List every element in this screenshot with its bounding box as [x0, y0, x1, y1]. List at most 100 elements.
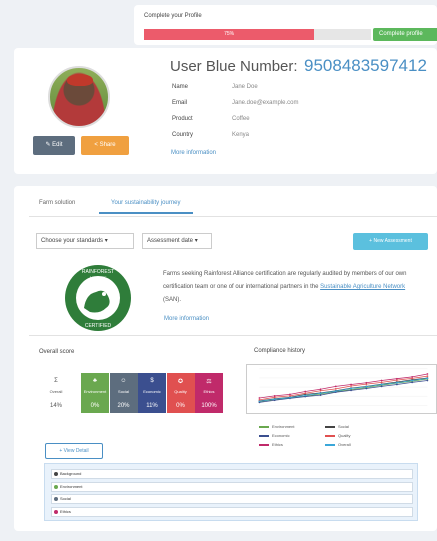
overall-score-title: Overall score: [39, 349, 75, 355]
info-label: Country: [172, 132, 194, 138]
score-label: Environment: [83, 389, 107, 394]
data-point: [380, 381, 383, 384]
chevron-down-icon: ▾: [104, 238, 108, 244]
edit-label: Edit: [52, 142, 63, 148]
score-pct: 0%: [176, 403, 185, 409]
journey-card: Farm solution Your sustainability journe…: [14, 186, 437, 531]
progress-bar: 75%: [144, 29, 371, 40]
data-point: [350, 383, 352, 386]
legend-item-quality: Quality: [325, 433, 350, 438]
score-label: Social: [118, 389, 129, 394]
edit-button[interactable]: ✎ Edit: [33, 136, 75, 155]
share-label: Share: [99, 142, 116, 148]
data-point: [273, 394, 276, 397]
share-button[interactable]: < Share: [81, 136, 129, 155]
assessment-date-value: Assessment date: [147, 238, 194, 244]
rainforest-description: Farms seeking Rainforest Alliance certif…: [163, 268, 423, 307]
legend-swatch: [259, 425, 269, 428]
data-point: [334, 388, 337, 390]
people-icon: ☺: [120, 378, 127, 384]
ra-more-information-link[interactable]: More information: [164, 316, 209, 322]
page: Complete your Profile 75% Complete profi…: [0, 0, 437, 541]
standards-select[interactable]: Choose your standards ▾: [36, 233, 134, 249]
seal-side-text: ALLIANCE: [90, 276, 108, 280]
data-point: [411, 379, 414, 382]
series-line-economic: [259, 380, 428, 403]
data-point: [396, 377, 398, 380]
data-point: [365, 385, 368, 388]
data-point: [289, 393, 291, 396]
data-point: [319, 394, 322, 396]
score-quality: ✪ Quality 0%: [166, 373, 195, 413]
san-link[interactable]: Sustainable Agriculture Network: [320, 284, 405, 290]
legend-label: Quality: [338, 433, 351, 438]
legend-item-environment: Environment: [259, 424, 294, 429]
detail-row-label: Social: [60, 496, 71, 501]
info-row-product: Product Coffee: [172, 116, 250, 122]
score-overall-pct: 14%: [49, 403, 62, 409]
detail-row-environment[interactable]: Environment: [51, 481, 413, 492]
standards-select-value: Choose your standards: [41, 238, 104, 244]
legend-label: Ethics: [272, 442, 283, 447]
detail-row-ethics[interactable]: Ethics: [51, 506, 413, 517]
info-value: Coffee: [232, 116, 250, 122]
seal-top-text: RAINFOREST: [82, 269, 114, 275]
data-point: [426, 373, 429, 375]
legend-item-social: Social: [325, 424, 349, 429]
tab-divider: [29, 216, 437, 217]
info-value: Kenya: [232, 132, 250, 138]
data-point: [334, 390, 337, 392]
data-point: [426, 375, 429, 377]
seal-bottom-text: CERTIFIED: [85, 323, 112, 329]
data-point: [365, 387, 368, 390]
pencil-icon: ✎: [45, 142, 51, 148]
user-number-label: User Blue Number:: [170, 58, 298, 75]
info-value: Jane Doe: [232, 84, 258, 90]
legend-label: Overall: [338, 442, 351, 447]
more-information-link[interactable]: More information: [171, 150, 216, 156]
compliance-history-title: Compliance history: [254, 348, 306, 354]
data-point: [304, 394, 307, 397]
detail-row-background[interactable]: Background: [51, 469, 413, 479]
data-point: [426, 379, 429, 382]
score-environment: ♣ Environment 0%: [81, 373, 109, 413]
tab-farm-solution[interactable]: Farm solution: [39, 200, 75, 206]
share-icon: <: [94, 142, 98, 148]
assessment-date-select[interactable]: Assessment date ▾: [142, 233, 212, 249]
score-label: Economic: [143, 389, 161, 394]
data-point: [304, 392, 307, 395]
avatar: [48, 66, 110, 128]
data-point: [273, 398, 276, 400]
star-icon: ✪: [177, 379, 184, 385]
data-point: [396, 383, 398, 386]
legend-item-ethics: Ethics: [259, 442, 283, 447]
score-overall: Σ Overall 14%: [45, 373, 67, 413]
data-point: [350, 387, 352, 390]
complete-profile-button[interactable]: Complete profile: [373, 28, 437, 41]
score-pct: 11%: [146, 403, 158, 409]
bullet-icon: [54, 497, 58, 501]
data-point: [411, 376, 414, 378]
data-point: [380, 379, 383, 382]
info-label: Name: [172, 84, 189, 90]
ra-text-part2: (SAN).: [163, 297, 181, 303]
data-point: [258, 397, 261, 399]
data-point: [411, 381, 414, 384]
data-point: [304, 390, 307, 393]
data-point: [289, 396, 291, 399]
score-pct: 0%: [90, 403, 100, 409]
sigma-icon: Σ: [54, 378, 58, 384]
legend-item-overall: Overall: [325, 442, 351, 447]
view-detail-button[interactable]: + View Detail: [45, 443, 103, 459]
tab-sustainability-journey[interactable]: Your sustainability journey: [99, 200, 193, 214]
rainforest-alliance-seal: RAINFOREST ALLIANCE CERTIFIED: [65, 265, 131, 331]
new-assessment-button[interactable]: + New Assessment: [353, 233, 428, 250]
detail-row-label: Background: [60, 471, 82, 476]
leaf-icon: ♣: [93, 378, 97, 384]
score-label: Quality: [174, 389, 187, 394]
chart-legend: Environment Social Economic Quality Ethics Ov…: [259, 424, 409, 454]
score-social: ☺ Social 20%: [109, 373, 138, 413]
data-point: [319, 388, 322, 391]
legend-label: Environment: [272, 424, 295, 429]
detail-row-social[interactable]: Social: [51, 494, 413, 504]
